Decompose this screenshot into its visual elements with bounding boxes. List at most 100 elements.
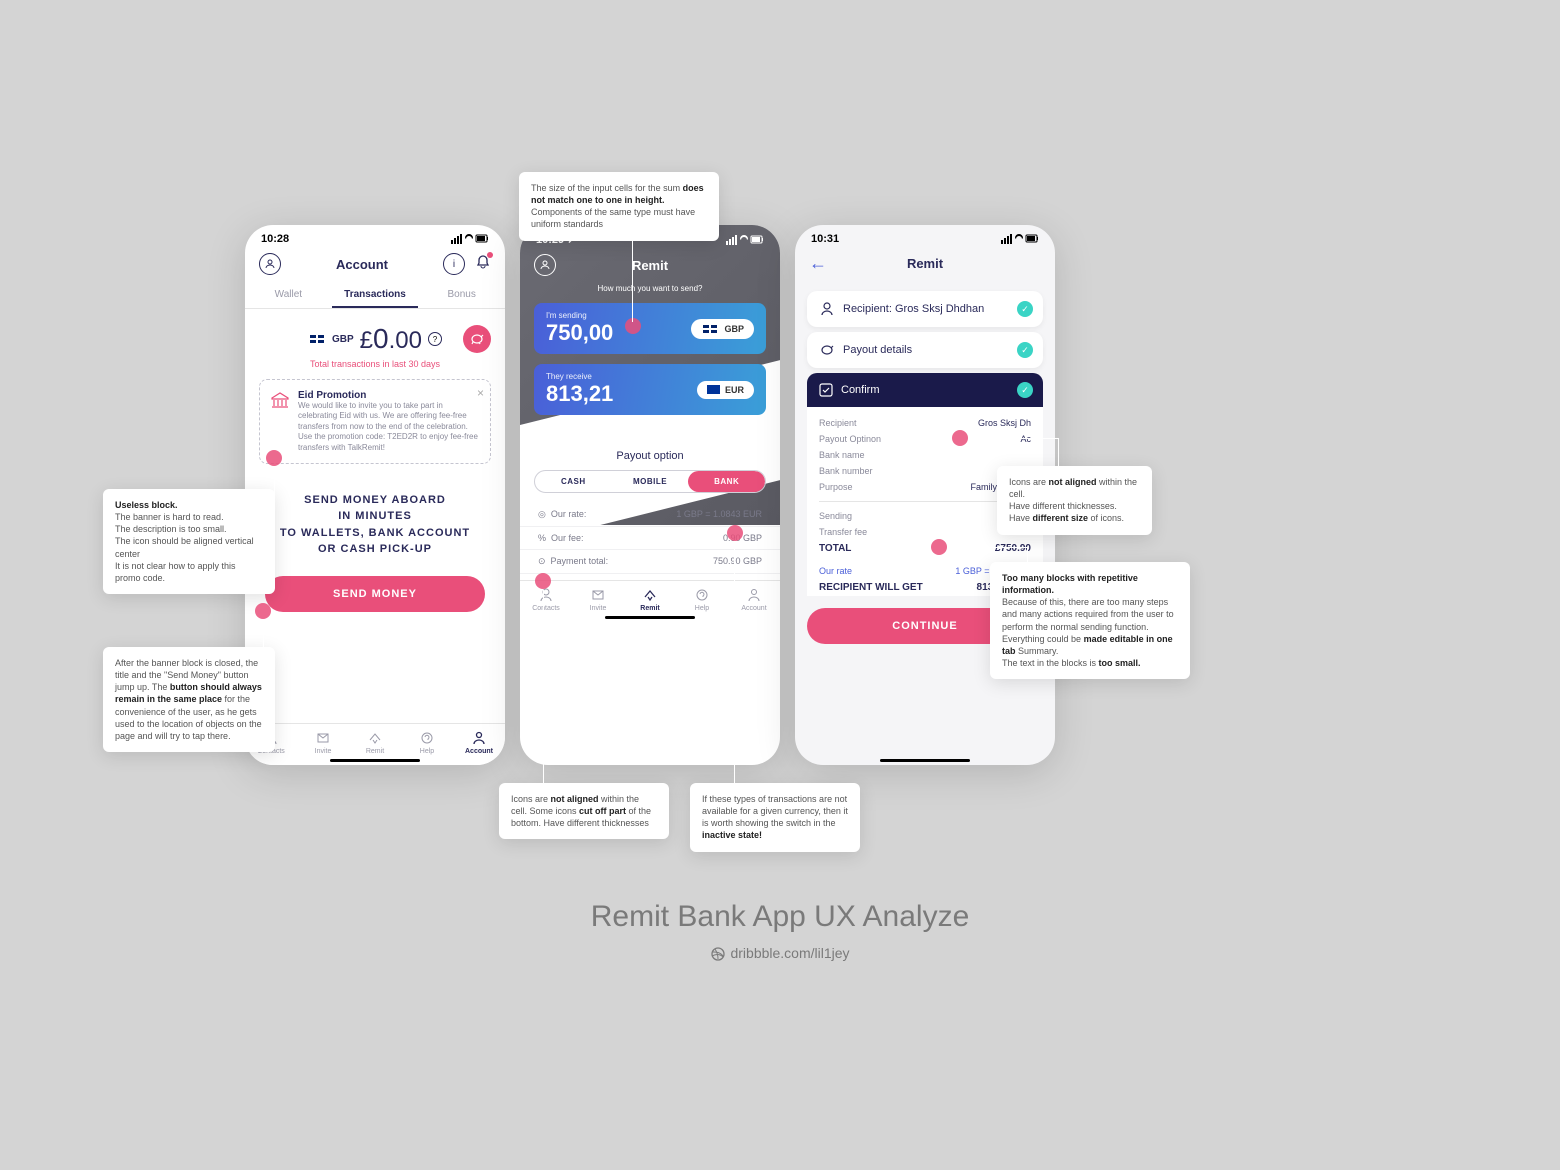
annotation-dot xyxy=(535,573,551,589)
sending-currency-pill[interactable]: GBP xyxy=(691,319,754,339)
tab-wallet[interactable]: Wallet xyxy=(245,283,332,308)
annotation-connector xyxy=(632,212,633,322)
sending-card[interactable]: I'm sending 750,00 GBP xyxy=(534,303,766,354)
recipient-card[interactable]: Recipient: Gros Sksj Dhdhan ✓ xyxy=(807,291,1043,327)
page-title: Remit xyxy=(632,258,668,273)
check-icon: ✓ xyxy=(1017,342,1033,358)
annotation-dot xyxy=(266,450,282,466)
profile-icon[interactable] xyxy=(534,254,556,276)
annotation-inactive-state: If these types of transactions are not a… xyxy=(690,783,860,852)
status-icons xyxy=(451,233,489,245)
payout-details-card[interactable]: Payout details ✓ xyxy=(807,332,1043,368)
payout-tab-cash[interactable]: CASH xyxy=(535,471,612,492)
sending-label: I'm sending xyxy=(546,311,613,320)
tabbar-contacts[interactable]: Contacts xyxy=(520,587,572,612)
home-indicator xyxy=(605,616,695,619)
flag-gb-icon xyxy=(308,333,326,345)
tabbar-help[interactable]: Help xyxy=(401,730,453,755)
annotation-dot xyxy=(952,430,968,446)
page-title: Remit xyxy=(907,256,943,271)
screen-account: 10:28 Account i Wallet Transactions Bonu… xyxy=(245,225,505,765)
annotation-dot xyxy=(931,539,947,555)
tabbar-account[interactable]: Account xyxy=(728,587,780,612)
annotation-dot xyxy=(625,318,641,334)
hero-text: SEND MONEY ABOARD IN MINUTES TO WALLETS,… xyxy=(245,474,505,558)
header: Remit xyxy=(520,250,780,284)
balance-row: GBP £0.00 ? xyxy=(245,309,505,359)
footer-link[interactable]: dribbble.com/lil1jey xyxy=(0,945,1560,962)
annotation-connector xyxy=(543,590,544,785)
annotation-connector xyxy=(274,468,275,498)
back-icon[interactable]: ← xyxy=(809,253,827,274)
flag-eur-icon xyxy=(707,385,720,394)
send-money-button[interactable]: SEND MONEY xyxy=(265,576,485,612)
percent-icon: % xyxy=(538,533,546,543)
total-icon: ⊙ xyxy=(538,556,546,566)
check-icon: ✓ xyxy=(1017,301,1033,317)
status-time: 10:31 xyxy=(811,233,839,245)
screen-remit-form: 10:29 ↗ Remit How much you want to send?… xyxy=(520,225,780,765)
payout-tab-bank[interactable]: BANK xyxy=(688,471,765,492)
tabbar-invite[interactable]: Invite xyxy=(297,730,349,755)
promo-description: We would like to invite you to take part… xyxy=(298,401,480,453)
payout-option-tabs: CASH MOBILE BANK xyxy=(534,470,766,493)
bank-icon xyxy=(270,390,290,410)
annotation-icons-aligned: Icons are not aligned within the cell. S… xyxy=(499,783,669,839)
status-bar: 10:31 xyxy=(795,225,1055,249)
promo-banner: × Eid Promotion We would like to invite … xyxy=(259,379,491,464)
tab-transactions[interactable]: Transactions xyxy=(332,283,419,308)
confirm-icon xyxy=(819,383,833,397)
detail-row: Bank name xyxy=(819,447,1031,463)
detail-row: RecipientGros Sksj Dh xyxy=(819,415,1031,431)
receive-label: They receive xyxy=(546,372,613,381)
status-time: 10:28 xyxy=(261,233,289,245)
detail-row: Payout OptinonAc xyxy=(819,431,1031,447)
annotation-connector xyxy=(734,542,735,785)
receive-card[interactable]: They receive 813,21 EUR xyxy=(534,364,766,415)
payout-tab-mobile[interactable]: MOBILE xyxy=(612,471,689,492)
header: ← Remit xyxy=(795,249,1055,282)
tabbar-remit[interactable]: Remit xyxy=(349,730,401,755)
piggy-icon[interactable] xyxy=(463,325,491,353)
payout-icon xyxy=(819,342,835,358)
person-icon xyxy=(819,301,835,317)
balance-value: £0.00 xyxy=(360,323,422,355)
annotation-connector xyxy=(1058,438,1059,468)
payout-option-title: Payout option xyxy=(520,450,780,462)
currency-label: GBP xyxy=(332,334,354,345)
rate-row: ◎Our rate:1 GBP = 1.0843 EUR xyxy=(520,503,780,527)
balance-subtitle: Total transactions in last 30 days xyxy=(245,359,505,379)
promo-title: Eid Promotion xyxy=(298,390,480,401)
dribbble-icon xyxy=(710,946,726,962)
receive-currency-pill[interactable]: EUR xyxy=(697,381,754,399)
status-icons xyxy=(726,234,764,246)
sending-value: 750,00 xyxy=(546,320,613,346)
rate-icon: ◎ xyxy=(538,509,546,519)
total-row: TOTAL£750.90 xyxy=(819,540,1031,557)
annotation-connector xyxy=(947,547,1027,548)
status-bar: 10:28 xyxy=(245,225,505,249)
info-icon[interactable]: i xyxy=(443,253,465,275)
annotation-input-height: The size of the input cells for the sum … xyxy=(519,172,719,241)
header: Account i xyxy=(245,249,505,283)
profile-icon[interactable] xyxy=(259,253,281,275)
tabbar-help[interactable]: Help xyxy=(676,587,728,612)
annotation-button-position: After the banner block is closed, the ti… xyxy=(103,647,275,752)
annotation-connector xyxy=(968,438,1058,439)
tabbar-account[interactable]: Account xyxy=(453,730,505,755)
annotation-repetitive: Too many blocks with repetitive informat… xyxy=(990,562,1190,679)
close-icon[interactable]: × xyxy=(477,386,484,400)
account-tabs: Wallet Transactions Bonus xyxy=(245,283,505,309)
footer-title: Remit Bank App UX Analyze xyxy=(0,900,1560,934)
tabbar-invite[interactable]: Invite xyxy=(572,587,624,612)
annotation-connector xyxy=(263,620,264,650)
total-row: ⊙Payment total:750.90 GBP xyxy=(520,550,780,574)
bell-icon[interactable] xyxy=(475,254,491,275)
home-indicator xyxy=(880,759,970,762)
confirm-card-header[interactable]: Confirm ✓ xyxy=(807,373,1043,407)
tab-bonus[interactable]: Bonus xyxy=(418,283,505,308)
annotation-connector xyxy=(1027,547,1028,565)
annotation-icons-size: Icons are not aligned within the cell. H… xyxy=(997,466,1152,535)
tabbar-remit[interactable]: Remit xyxy=(624,587,676,612)
info-badge-icon[interactable]: ? xyxy=(428,332,442,346)
